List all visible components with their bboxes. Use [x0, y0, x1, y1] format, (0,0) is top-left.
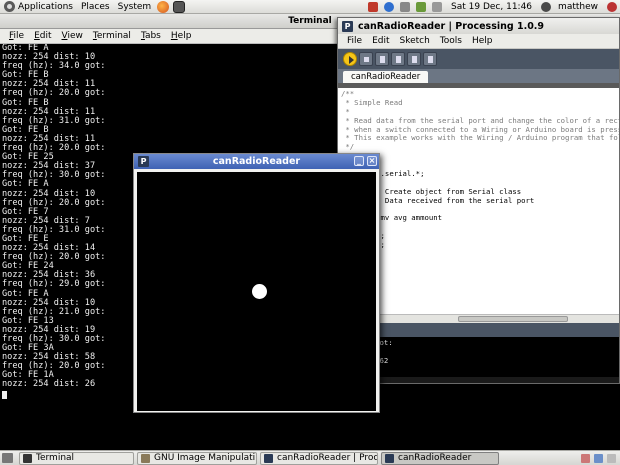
system-tray: Sat 19 Dec, 11:46 matthew	[365, 0, 620, 14]
bluetooth-icon[interactable]	[384, 1, 395, 12]
processing-menu-edit[interactable]: Edit	[367, 36, 394, 46]
processing-status-bar	[338, 323, 619, 337]
code-line: rocessing.serial.*;	[341, 169, 425, 179]
processing-menu-file[interactable]: File	[342, 36, 367, 46]
bottom-taskbar: Terminal GNU Image Manipulati... canRadi…	[0, 450, 620, 465]
taskbar-item-sketch[interactable]: canRadioReader	[381, 451, 499, 465]
battery-icon[interactable]	[416, 1, 427, 12]
terminal-menu-terminal[interactable]: Terminal	[88, 31, 136, 41]
sketch-app-icon: P	[138, 156, 149, 167]
taskbar-item-gimp[interactable]: GNU Image Manipulati...	[137, 451, 257, 465]
places-menu[interactable]: Places	[77, 0, 114, 14]
export-button[interactable]	[423, 52, 437, 66]
user-icon	[541, 1, 552, 12]
update-notifier-icon[interactable]	[368, 1, 379, 12]
panel-username[interactable]: matthew	[554, 2, 604, 12]
save-button[interactable]	[407, 52, 421, 66]
taskbar-item-label: canRadioReader | Proc...	[277, 453, 378, 463]
code-line: 0, 400);	[341, 285, 619, 295]
close-icon[interactable]: ×	[367, 156, 377, 166]
sketch-title: canRadioReader	[212, 156, 301, 167]
taskbar-item-label: Terminal	[36, 453, 75, 463]
processing-menu-sketch[interactable]: Sketch	[395, 36, 435, 46]
taskbar-item-label: canRadioReader	[398, 453, 472, 463]
terminal-icon	[23, 453, 32, 463]
gnome-foot-icon	[4, 1, 15, 12]
show-desktop-icon[interactable]	[2, 453, 13, 463]
terminal-menu-tabs[interactable]: Tabs	[136, 31, 166, 41]
code-editor[interactable]: /** * Simple Read * * Read data from the…	[338, 88, 619, 314]
code-line: * Simple Read	[341, 97, 403, 107]
code-line: N = 5; //mv avg ammount	[341, 213, 443, 223]
applications-menu-label: Applications	[18, 1, 73, 12]
code-line: * This example works with the Wiring / A…	[341, 133, 619, 143]
processing-icon	[264, 453, 273, 463]
code-line: // Data received from the serial port	[341, 195, 535, 205]
places-menu-label: Places	[80, 1, 110, 12]
sketch-canvas[interactable]	[137, 172, 376, 411]
processing-titlebar[interactable]: P canRadioReader | Processing 1.0.9	[338, 18, 619, 34]
terminal-menu-edit[interactable]: Edit	[29, 31, 56, 41]
terminal-menu-help[interactable]: Help	[166, 31, 197, 41]
processing-console-footer	[338, 377, 619, 383]
processing-menu-help[interactable]: Help	[467, 36, 498, 46]
weather-icon[interactable]	[581, 453, 590, 463]
system-menu[interactable]: System	[114, 0, 156, 14]
taskbar-item-terminal[interactable]: Terminal	[19, 451, 134, 465]
terminal-menu-view[interactable]: View	[57, 31, 88, 41]
sketch-window: P canRadioReader _ ×	[133, 153, 380, 413]
workspace-1-icon[interactable]	[594, 453, 603, 463]
processing-title: canRadioReader | Processing 1.0.9	[358, 20, 545, 32]
sketch-titlebar[interactable]: P canRadioReader _ ×	[134, 154, 379, 169]
code-line: */	[341, 142, 355, 152]
sketch-white-dot	[252, 284, 267, 299]
code-line: p()	[341, 267, 619, 277]
terminal-title: Terminal	[288, 16, 332, 26]
minimize-icon[interactable]: _	[354, 156, 364, 166]
taskbar-item-processing[interactable]: canRadioReader | Proc...	[260, 451, 378, 465]
processing-app-icon: P	[342, 20, 353, 32]
new-button[interactable]	[375, 52, 389, 66]
trash-icon[interactable]	[607, 453, 616, 463]
editor-horizontal-scrollbar[interactable]	[338, 314, 619, 323]
terminal-launcher-icon[interactable]	[173, 0, 186, 13]
console-line: dist: 162	[349, 355, 389, 365]
power-icon[interactable]	[607, 1, 617, 12]
processing-tab-bar: canRadioReader	[338, 69, 619, 83]
processing-toolbar	[338, 49, 619, 69]
volume-icon[interactable]	[432, 1, 443, 12]
open-button[interactable]	[391, 52, 405, 66]
scrollbar-thumb[interactable]	[458, 316, 568, 322]
terminal-cursor	[2, 390, 7, 399]
run-button[interactable]	[343, 52, 357, 66]
tab-canradioreader[interactable]: canRadioReader	[343, 71, 429, 83]
panel-clock[interactable]: Sat 19 Dec, 11:46	[445, 2, 538, 12]
processing-menu-tools[interactable]: Tools	[435, 36, 467, 46]
system-menu-label: System	[117, 1, 152, 12]
gimp-icon	[141, 453, 150, 463]
firefox-launcher-icon[interactable]	[157, 0, 170, 13]
code-line: distHist;	[341, 240, 619, 250]
processing-console[interactable]: ): 20.0 got: dist: 162	[338, 337, 619, 377]
top-panel: Applications Places System Sat 19 Dec, 1…	[0, 0, 620, 14]
processing-menubar: File Edit Sketch Tools Help	[338, 34, 619, 49]
console-line: ): 20.0 got:	[340, 338, 393, 347]
network-icon[interactable]	[400, 1, 411, 12]
stop-button[interactable]	[359, 52, 373, 66]
taskbar-item-label: GNU Image Manipulati...	[154, 453, 257, 463]
terminal-menu-file[interactable]: File	[4, 31, 29, 41]
workspace-switcher	[581, 453, 620, 463]
applications-menu[interactable]: Applications	[0, 0, 77, 14]
processing-icon	[385, 453, 394, 463]
